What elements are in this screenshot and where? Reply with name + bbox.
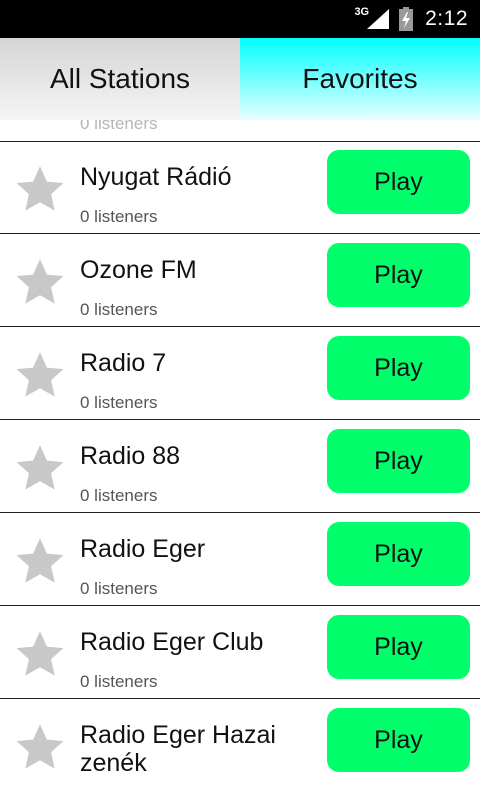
listeners-count: 0 listeners: [80, 579, 158, 598]
favorite-star-icon[interactable]: [14, 163, 66, 215]
play-button[interactable]: Play: [327, 429, 470, 493]
tab-favorites[interactable]: Favorites: [240, 38, 480, 120]
clock: 2:12: [425, 7, 468, 30]
station-name: Radio Eger Hazai zenék: [80, 721, 276, 777]
signal-icon: [367, 9, 390, 29]
play-button[interactable]: Play: [327, 615, 470, 679]
battery-charging-icon: [399, 7, 414, 31]
favorite-star-icon[interactable]: [14, 256, 66, 308]
listeners-count: 0 listeners: [80, 486, 158, 505]
favorite-star-icon[interactable]: [14, 721, 66, 773]
station-row: Radio Eger Hazai zenék Play: [0, 699, 480, 792]
station-name: Ozone FM: [80, 256, 197, 284]
station-row: Nyugat Rádió 0 listeners Play: [0, 141, 480, 234]
play-button[interactable]: Play: [327, 336, 470, 400]
station-row: Radio 88 0 listeners Play: [0, 420, 480, 513]
tab-all-stations[interactable]: All Stations: [0, 38, 240, 120]
network-type-label: 3G: [354, 6, 370, 18]
favorite-star-icon[interactable]: [14, 628, 66, 680]
station-row: Radio Eger Club 0 listeners Play: [0, 606, 480, 699]
station-row: 0 listeners: [0, 120, 480, 142]
play-button[interactable]: Play: [327, 522, 470, 586]
status-bar: 3G 2:12: [0, 0, 480, 38]
station-name: Nyugat Rádió: [80, 163, 232, 191]
status-icons: 3G 2:12: [354, 0, 468, 38]
station-row: Ozone FM 0 listeners Play: [0, 234, 480, 327]
station-name: Radio Eger: [80, 535, 206, 563]
tab-bar: All Stations Favorites: [0, 38, 480, 120]
listeners-count: 0 listeners: [80, 393, 158, 412]
listeners-count: 0 listeners: [80, 672, 158, 691]
play-button[interactable]: Play: [327, 150, 470, 214]
listeners-count: 0 listeners: [80, 300, 158, 319]
favorite-star-icon[interactable]: [14, 535, 66, 587]
station-name: Radio 7: [80, 349, 167, 377]
station-row: Radio Eger 0 listeners Play: [0, 513, 480, 606]
station-list[interactable]: 0 listeners Nyugat Rádió 0 listeners Pla…: [0, 120, 480, 800]
play-button[interactable]: Play: [327, 243, 470, 307]
favorite-star-icon[interactable]: [14, 442, 66, 494]
favorite-star-icon[interactable]: [14, 349, 66, 401]
station-name: Radio Eger Club: [80, 628, 264, 656]
play-button[interactable]: Play: [327, 708, 470, 772]
listeners-count: 0 listeners: [80, 207, 158, 226]
station-row: Radio 7 0 listeners Play: [0, 327, 480, 420]
listeners-count: 0 listeners: [80, 120, 158, 133]
station-name: Radio 88: [80, 442, 181, 470]
